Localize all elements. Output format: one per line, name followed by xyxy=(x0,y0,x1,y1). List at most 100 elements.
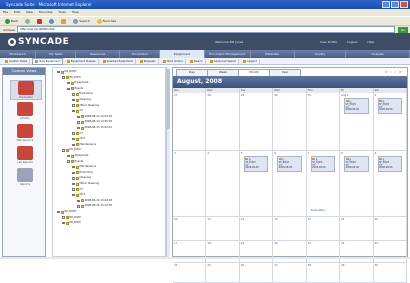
expand-icon[interactable] xyxy=(72,109,75,113)
tab-analysis[interactable]: Analysis xyxy=(346,50,410,58)
calendar-event[interactable]: 9: SF_EQ03 CT 2008-08-06 xyxy=(310,156,336,172)
forward-button[interactable] xyxy=(23,18,32,24)
toolbar-button[interactable]: Requests xyxy=(138,58,159,64)
day-cell[interactable]: 27 xyxy=(173,93,207,151)
toolbar-button[interactable]: Legend xyxy=(241,58,260,64)
calendar-event[interactable]: 9: SF_EQ03 CT 2008-08-06 xyxy=(377,156,402,172)
toolbar-button[interactable]: Work Orders xyxy=(161,58,186,64)
day-cell[interactable]: 10 xyxy=(173,217,207,241)
expand-icon[interactable] xyxy=(67,87,70,91)
expand-icon[interactable] xyxy=(62,149,65,152)
calendar-event[interactable]: 9: SF_EQ03 CT 2008-08-06 xyxy=(243,156,269,172)
calendar-event[interactable]: 9: SF_EQ03 CT 2008-08-06 xyxy=(377,98,402,114)
header-link[interactable]: Help xyxy=(367,40,374,44)
tree-node[interactable]: Other Cleaning xyxy=(72,182,99,186)
day-cell[interactable]: 31 xyxy=(306,93,341,151)
tree-node[interactable]: Other Cleaning xyxy=(72,104,99,108)
expand-icon[interactable] xyxy=(57,70,60,74)
calendar-event[interactable]: 9: SF_EQ03 CT 2008-08-06 xyxy=(344,98,369,114)
day-cell[interactable]: 29 xyxy=(340,263,374,283)
sidebar-item[interactable]: Maintenance xyxy=(10,124,40,142)
favorites-button[interactable]: Favorites xyxy=(95,18,119,24)
day-cell[interactable]: 30 xyxy=(373,263,407,283)
tree-node[interactable]: PR_DOM xyxy=(62,221,80,225)
back-button[interactable]: Back xyxy=(3,18,20,24)
header-link[interactable]: Logout xyxy=(347,40,357,44)
toolbar-button[interactable]: Selected Equipment xyxy=(101,58,136,64)
view-month-button[interactable]: Month xyxy=(238,69,270,76)
header-link[interactable]: User Profile xyxy=(320,40,337,44)
expand-icon[interactable] xyxy=(72,182,75,186)
search-button[interactable]: Search xyxy=(71,18,91,24)
tree-node[interactable]: Production xyxy=(72,171,93,175)
day-cell[interactable]: 11 xyxy=(206,217,240,241)
menu-item-view[interactable]: View xyxy=(26,10,33,14)
expand-icon[interactable] xyxy=(57,210,60,214)
tree-node[interactable]: OUT xyxy=(72,137,85,141)
tree-node[interactable]: PR_ROOT xyxy=(57,210,77,214)
day-cell[interactable]: 15 xyxy=(340,217,374,241)
expand-icon[interactable] xyxy=(67,81,70,85)
day-cell[interactable]: 24 xyxy=(173,263,207,283)
close-button[interactable] xyxy=(400,1,408,8)
tree-node[interactable]: PR_ROOT xyxy=(57,70,77,74)
tree-node[interactable]: 2008-08-14 13:44:03 xyxy=(77,199,112,203)
tree-node[interactable]: 2008-08-14 15:12:30 xyxy=(77,204,112,208)
tab-resources[interactable]: Resources xyxy=(76,50,121,58)
expand-icon[interactable] xyxy=(77,205,80,208)
day-cell[interactable]: 29 xyxy=(239,93,274,151)
day-cell[interactable]: 19 xyxy=(239,241,274,263)
refresh-button[interactable] xyxy=(47,18,56,24)
tab-quality[interactable]: Quality xyxy=(295,50,347,58)
tab-production[interactable]: Production xyxy=(120,50,161,58)
expand-icon[interactable] xyxy=(72,165,75,169)
day-cell[interactable]: 14 xyxy=(306,217,341,241)
menu-item-help[interactable]: Help xyxy=(72,10,79,14)
stop-button[interactable] xyxy=(35,18,44,24)
day-cell[interactable]: 30 xyxy=(273,93,307,151)
calendar-event[interactable]: 9: SF_EQ03 CT 2008-08-06 xyxy=(277,156,302,172)
expand-icon[interactable] xyxy=(72,137,75,141)
expand-icon[interactable] xyxy=(72,177,75,180)
menu-item-file[interactable]: File xyxy=(3,10,8,14)
day-cell[interactable]: 26 xyxy=(239,263,274,283)
tab-equipment[interactable]: Equipment xyxy=(160,50,205,58)
tree-node[interactable]: CT xyxy=(72,188,83,192)
expand-icon[interactable] xyxy=(72,132,75,135)
tree-node[interactable]: PR_DOM xyxy=(62,76,80,80)
sidebar-item[interactable]: Reports xyxy=(10,168,40,186)
expand-icon[interactable] xyxy=(72,188,75,191)
expand-icon[interactable] xyxy=(67,160,70,163)
tab-materials[interactable]: Materials xyxy=(251,50,295,58)
day-cell[interactable]: 18 xyxy=(206,241,240,263)
toolbar-button[interactable]: Advanced Search xyxy=(208,58,240,64)
tree-node[interactable]: Cleaning xyxy=(72,176,91,180)
expand-icon[interactable] xyxy=(72,93,75,96)
address-input[interactable]: http://server/SIMPortal/ xyxy=(16,26,395,33)
home-button[interactable] xyxy=(59,18,68,24)
expand-icon[interactable] xyxy=(62,76,65,79)
toolbar-button[interactable]: New Equipment xyxy=(32,57,63,65)
tab-document-management[interactable]: Document Management xyxy=(205,50,251,58)
menu-item-edit[interactable]: Edit xyxy=(14,10,20,14)
tree-node[interactable]: Events xyxy=(67,87,83,91)
tree-node[interactable]: PR_DOM xyxy=(62,216,80,220)
expand-icon[interactable] xyxy=(72,171,75,175)
tree-node[interactable]: Maintenance xyxy=(72,165,96,169)
day-cell[interactable]: 25 xyxy=(206,263,240,283)
expand-icon[interactable] xyxy=(77,121,80,124)
sidebar-item[interactable]: Quality xyxy=(10,102,40,120)
tree-node[interactable]: Cleaning xyxy=(72,98,91,102)
toolbar-button[interactable]: Custom Views xyxy=(3,58,31,64)
day-cell[interactable]: 22 xyxy=(340,241,374,263)
menu-item-favorites[interactable]: Favorites xyxy=(39,10,53,14)
day-cell[interactable]: 27 xyxy=(273,263,307,283)
expand-icon[interactable] xyxy=(62,221,65,225)
day-cell[interactable]: 28 xyxy=(306,263,341,283)
tree-node[interactable]: Maintenance xyxy=(72,143,96,147)
tree-scroll-thumb[interactable] xyxy=(166,69,170,129)
expand-icon[interactable] xyxy=(77,126,80,130)
tree-node[interactable]: OUT xyxy=(72,193,85,197)
expand-icon[interactable] xyxy=(72,104,75,107)
day-cell[interactable]: 16 xyxy=(373,217,407,241)
